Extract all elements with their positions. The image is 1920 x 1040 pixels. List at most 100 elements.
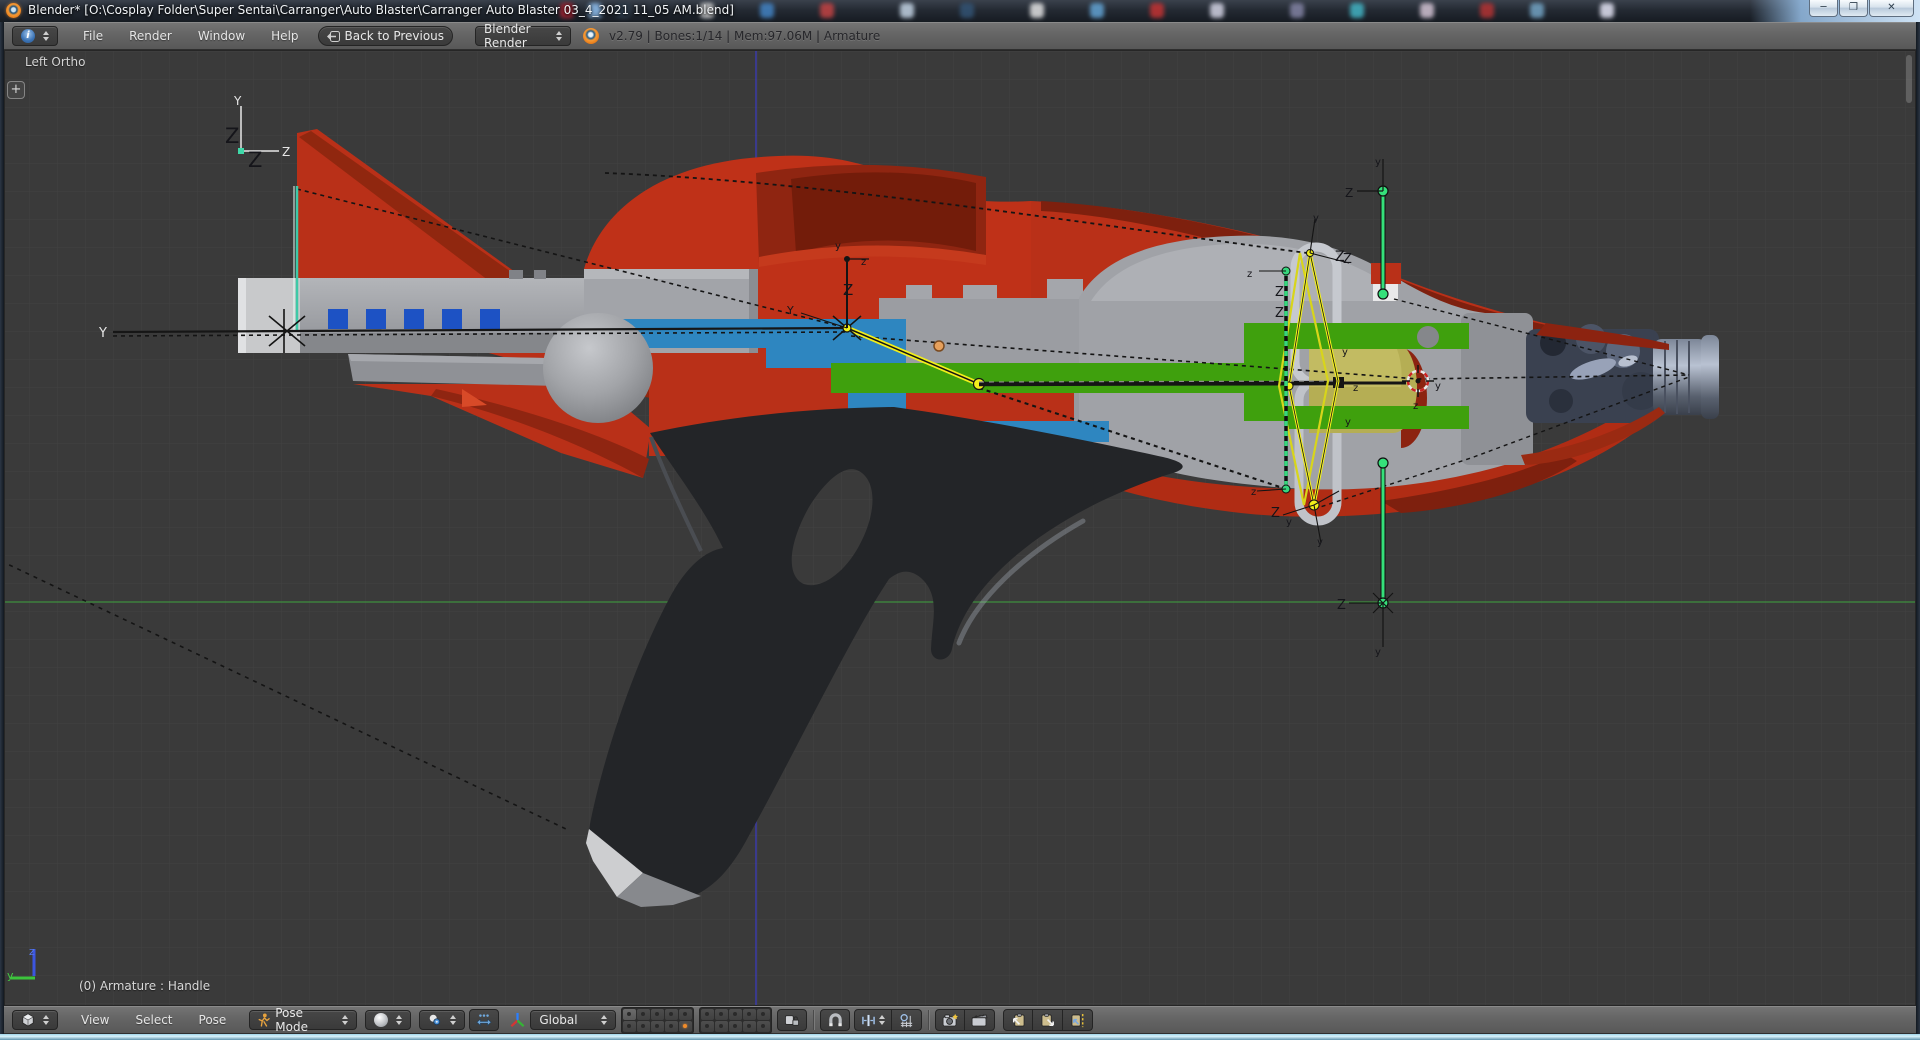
layer-cell[interactable] [623,1008,637,1020]
maximize-button[interactable]: ❐ [1839,0,1868,17]
axis-label: y [1435,381,1441,392]
layers-widget[interactable] [621,1006,773,1034]
layer-cell[interactable] [701,1008,715,1020]
layer-cell[interactable] [729,1008,743,1020]
lock-to-scene-button[interactable] [777,1009,808,1031]
clapperboard-icon [971,1014,988,1027]
menu-pose[interactable]: Pose [186,1013,240,1027]
paste-pose-button[interactable] [1033,1009,1064,1031]
layer-cell[interactable] [679,1008,693,1020]
axis-label: Y [786,304,794,317]
editor-type-selector-3dview[interactable] [12,1010,58,1030]
menu-window[interactable]: Window [185,29,258,43]
copy-pose-icon [1013,1013,1025,1027]
scene-statistics: v2.79 | Bones:1/14 | Mem:97.06M | Armatu… [609,29,881,43]
back-arrow-icon [326,30,340,42]
axis-label: Z [225,124,239,148]
axis-label: y [1342,347,1348,358]
axis-label: y [7,969,14,982]
axis-label: y [1375,157,1381,168]
layer-cell[interactable] [637,1008,651,1020]
layer-cell[interactable] [679,1020,693,1032]
axis-label: y [1317,537,1323,548]
active-bone-status: (0) Armature : Handle [79,979,211,993]
axis-label: y [1286,517,1292,528]
orientation-axis-icon [510,1012,525,1027]
menu-render[interactable]: Render [116,29,185,43]
layer-cell[interactable] [701,1020,715,1032]
copy-pose-button[interactable] [1003,1009,1034,1031]
snap-grid-icon [900,1013,913,1027]
layer-cell[interactable] [665,1008,679,1020]
layer-cell[interactable] [665,1020,679,1032]
axis-label: z [861,257,866,268]
minimize-button[interactable]: ─ [1809,0,1838,17]
axis-label: z [1251,487,1256,498]
axis-label: y [1375,647,1381,658]
pivot-point-icon [430,1014,441,1026]
pose-mode-icon [258,1013,271,1027]
axis-label: Z [1335,249,1345,265]
transform-orientation-select[interactable]: Global [530,1010,617,1030]
layer-cell[interactable] [715,1020,729,1032]
menu-file[interactable]: File [70,29,116,43]
3d-viewport[interactable]: YYZZZyzZYyZzZZZyzyyzzZyyyZZyzy Left Orth… [4,50,1916,1006]
blender-window: Blender* [O:\Cosplay Folder\Super Sentai… [0,0,1920,1040]
manipulator-toggle[interactable] [469,1009,500,1031]
layer-cell[interactable] [623,1020,637,1032]
snap-magnet-icon [829,1012,842,1026]
axis-label: Z [1337,598,1346,613]
window-border-bottom [0,1034,1920,1040]
menu-view[interactable]: View [68,1013,122,1027]
expand-region-button[interactable]: + [7,81,25,99]
pivot-point-select[interactable] [419,1010,466,1030]
axis-label: Y [233,94,242,108]
axis-label: Z [1275,285,1284,300]
info-header: i File Render Window Help Back to Previo… [4,22,1916,50]
layer-cell[interactable] [651,1008,665,1020]
render-engine-select[interactable]: Blender Render [475,22,572,50]
info-editor-icon: i [21,29,35,43]
layer-cell[interactable] [651,1020,665,1032]
paste-pose-icon [1041,1013,1054,1027]
layer-cell[interactable] [757,1008,771,1020]
back-to-previous-button[interactable]: Back to Previous [317,26,454,46]
axis-label: y [1345,417,1351,428]
axis-label: z [1247,269,1252,280]
viewport-scrollbar[interactable] [1906,55,1912,103]
opengl-render-anim-button[interactable] [965,1009,996,1031]
editor-type-spinner[interactable] [43,31,49,41]
viewport-shading-select[interactable] [365,1010,412,1030]
layer-cell[interactable] [637,1020,651,1032]
viewport-header: View Select Pose Pose Mode Global [4,1006,1916,1034]
blender-logo-icon [6,3,21,18]
layer-cell[interactable] [729,1020,743,1032]
lock-icon [785,1015,800,1026]
opengl-render-image-button[interactable] [935,1009,966,1031]
layer-cell[interactable] [743,1020,757,1032]
close-button[interactable]: ✕ [1869,0,1914,17]
axis-label: Y [98,326,107,341]
window-title: Blender* [O:\Cosplay Folder\Super Sentai… [28,3,734,17]
axis-label: y [1313,213,1319,224]
axis-label: z [1413,401,1418,412]
axis-label: y [835,241,841,252]
editor-type-selector[interactable]: i [12,26,58,46]
layer-cell[interactable] [743,1008,757,1020]
layer-cell[interactable] [757,1020,771,1032]
manipulator-icon [476,1013,492,1026]
render-camera-icon [942,1013,958,1027]
menu-help[interactable]: Help [258,29,311,43]
shading-solid-icon [374,1013,389,1027]
paste-flipped-pose-button[interactable] [1063,1009,1094,1031]
mode-select[interactable]: Pose Mode [249,1006,358,1034]
blender-splash-icon[interactable] [583,28,600,44]
axis-label: Z [282,145,290,159]
title-bar[interactable]: Blender* [O:\Cosplay Folder\Super Sentai… [0,0,1920,22]
layer-cell[interactable] [715,1008,729,1020]
axis-label: Z [1345,186,1353,200]
proportional-edit-magnet-button[interactable] [820,1009,851,1031]
snap-target-button[interactable] [892,1009,923,1031]
menu-select[interactable]: Select [122,1013,185,1027]
snap-element-select[interactable] [854,1009,893,1031]
